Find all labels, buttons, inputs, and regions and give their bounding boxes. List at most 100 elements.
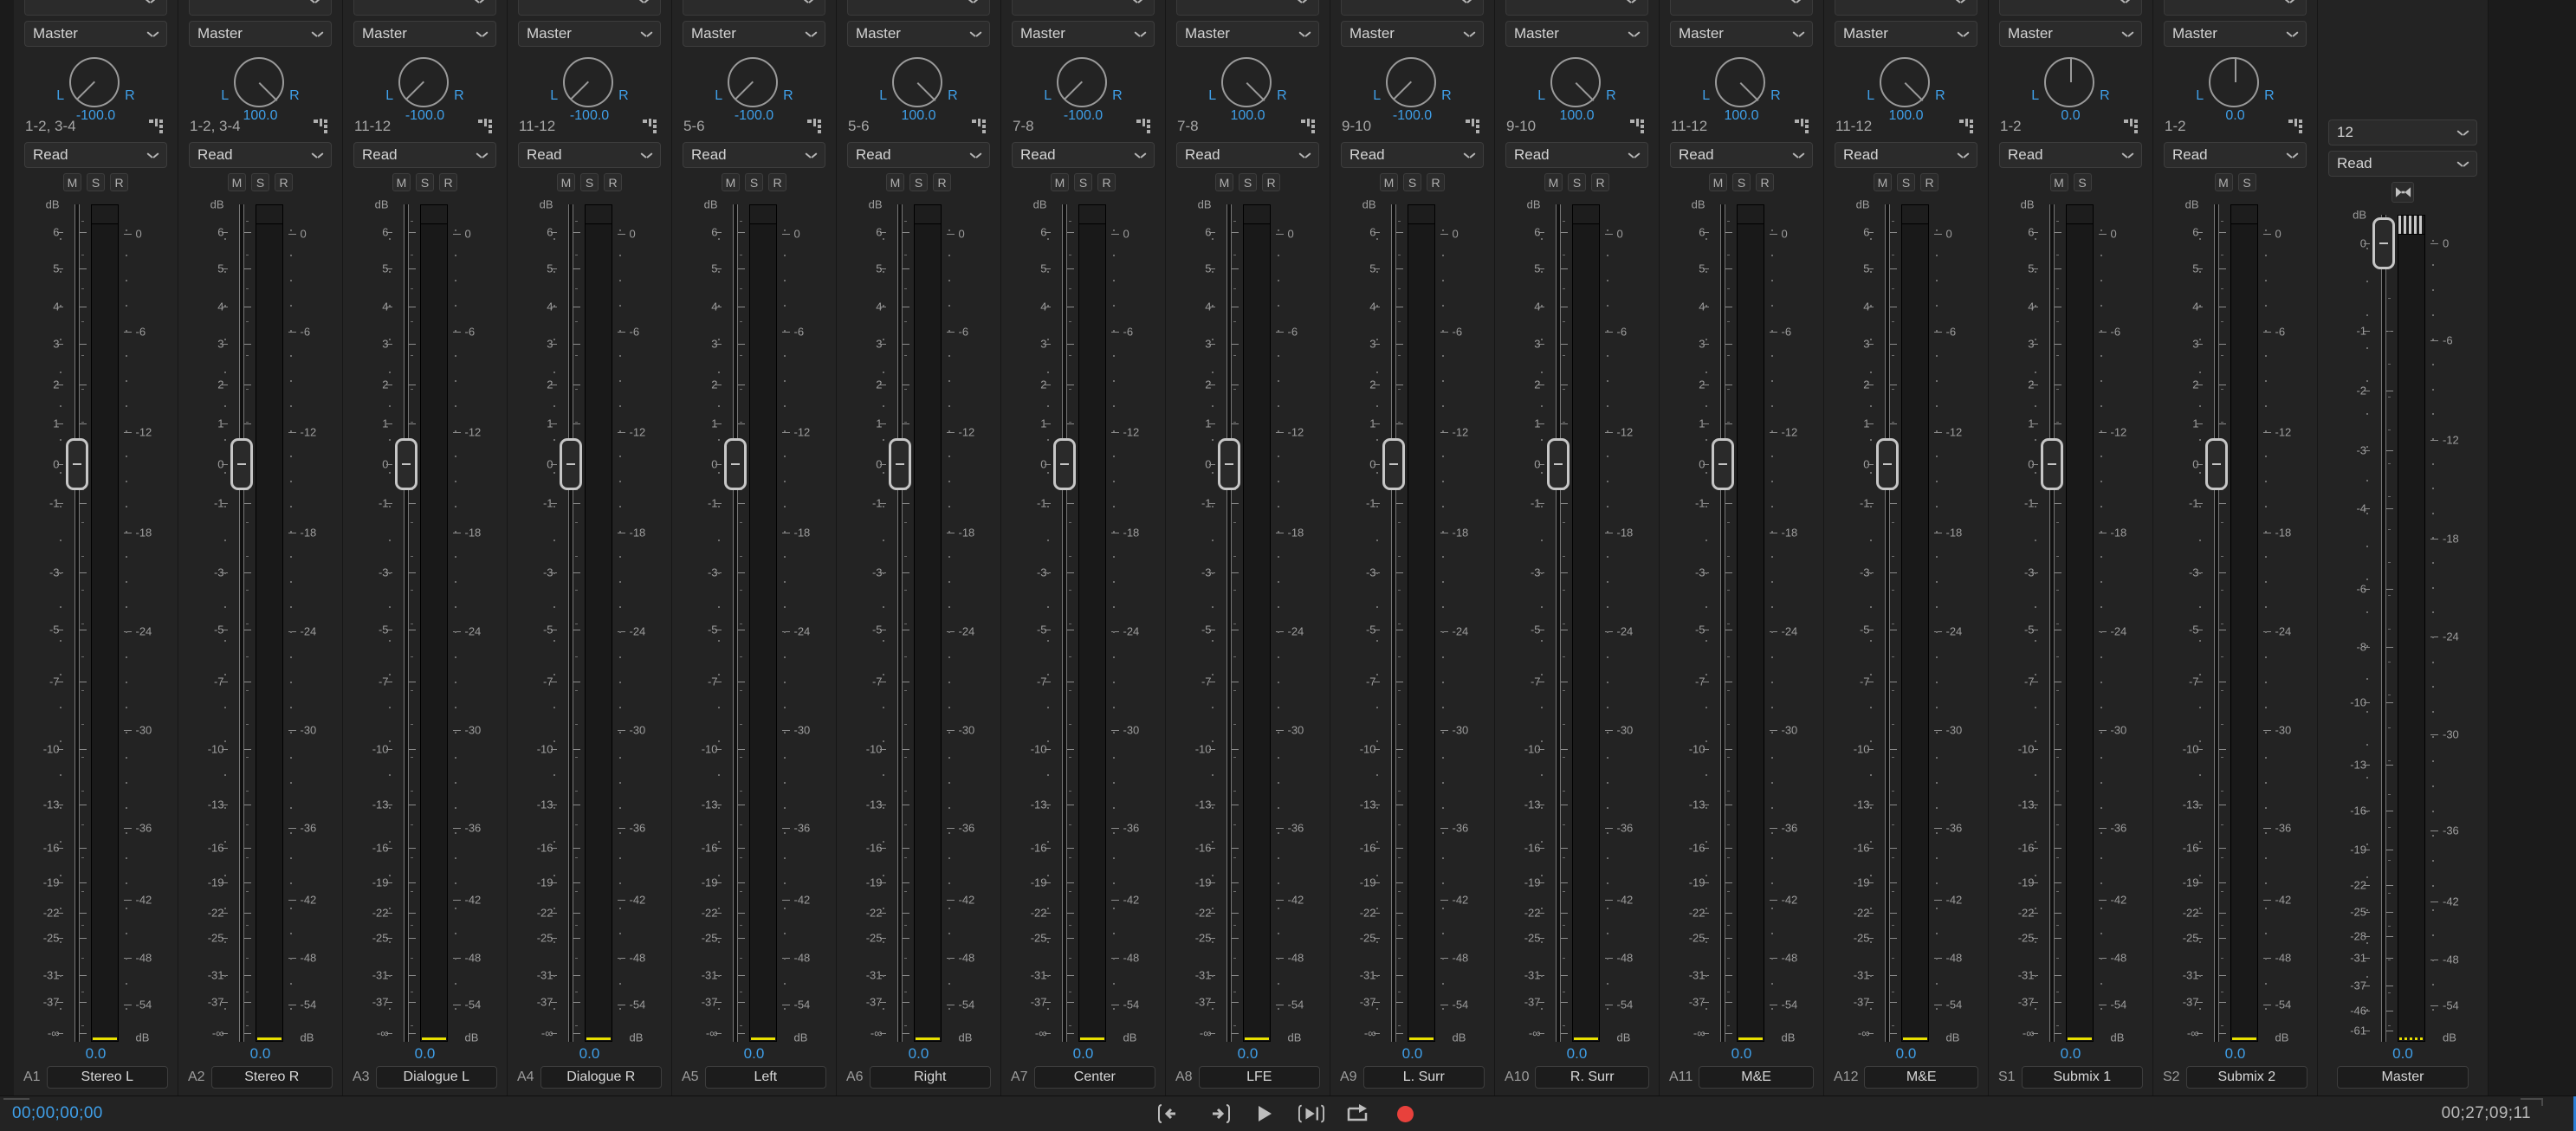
mute-button[interactable]: M [722, 173, 740, 191]
gain-value[interactable]: 0.0 [1831, 1044, 1981, 1066]
pan-control[interactable]: L R -100.0 [515, 54, 664, 123]
solo-button[interactable]: S [87, 173, 105, 191]
mute-button[interactable]: M [1380, 173, 1398, 191]
solo-button[interactable]: S [909, 173, 928, 191]
input-select-stub[interactable] [1176, 0, 1319, 16]
track-name-field[interactable]: Stereo L [46, 1065, 168, 1089]
track-name-field[interactable]: Dialogue R [540, 1065, 662, 1089]
pan-control[interactable]: L R 0.0 [2160, 54, 2310, 123]
track-name-field[interactable]: Center [1033, 1065, 1155, 1089]
input-select-stub[interactable] [847, 0, 990, 16]
gain-value[interactable]: 0.0 [1337, 1044, 1487, 1066]
pan-knob[interactable] [234, 57, 285, 107]
mute-button[interactable]: M [2049, 173, 2068, 191]
fader-handle[interactable] [2040, 437, 2063, 490]
mute-button[interactable]: M [1215, 173, 1233, 191]
pan-value[interactable]: -100.0 [350, 108, 500, 124]
record-arm-button[interactable]: R [604, 173, 622, 191]
gain-value[interactable]: 0.0 [1996, 1044, 2146, 1066]
input-select-stub[interactable] [24, 0, 167, 16]
mute-button[interactable]: M [1874, 173, 1892, 191]
track-name-field[interactable]: M&E [1699, 1065, 1814, 1089]
mute-button[interactable]: M [1709, 173, 1727, 191]
gain-value[interactable]: 0.0 [350, 1044, 500, 1066]
pan-value[interactable]: 100.0 [185, 108, 335, 124]
pan-value[interactable]: 0.0 [2160, 108, 2310, 124]
timecode-right[interactable]: 00;27;09;11 [2442, 1104, 2576, 1123]
record-arm-button[interactable]: R [1097, 173, 1116, 191]
pan-value[interactable]: -100.0 [1008, 108, 1158, 124]
pan-value[interactable]: -100.0 [1337, 108, 1487, 124]
mute-button[interactable]: M [2214, 173, 2233, 191]
track-name-field[interactable]: Dialogue L [375, 1065, 497, 1089]
pan-value[interactable]: 100.0 [1173, 108, 1323, 124]
track-name-field[interactable]: Submix 2 [2185, 1065, 2307, 1089]
pan-knob[interactable] [1386, 57, 1437, 107]
pan-knob[interactable] [892, 57, 943, 107]
fader-handle[interactable] [394, 437, 417, 490]
pan-value[interactable]: 100.0 [1502, 108, 1652, 124]
pan-control[interactable]: L R -100.0 [1337, 54, 1487, 123]
master-name-field[interactable]: Master [2337, 1065, 2469, 1089]
track-name-field[interactable]: Submix 1 [2021, 1065, 2143, 1089]
master-gain-value[interactable]: 0.0 [2325, 1044, 2481, 1066]
automation-mode-select[interactable]: Read [1999, 142, 2142, 168]
automation-mode-select[interactable]: Read [353, 142, 496, 168]
gain-value[interactable]: 0.0 [679, 1044, 829, 1066]
pan-knob[interactable] [1221, 57, 1272, 107]
mute-button[interactable]: M [1544, 173, 1563, 191]
automation-mode-select[interactable]: Read [847, 142, 990, 168]
fader-handle[interactable] [559, 437, 582, 490]
solo-button[interactable]: S [1239, 173, 1257, 191]
bowtie-icon[interactable] [2392, 182, 2414, 203]
volume-fader[interactable] [1380, 204, 1408, 1042]
fader-handle[interactable] [230, 437, 253, 490]
automation-mode-select[interactable]: Read [1835, 142, 1977, 168]
pan-knob[interactable] [398, 57, 450, 107]
input-select-stub[interactable] [1835, 0, 1977, 16]
gain-value[interactable]: 0.0 [1173, 1044, 1323, 1066]
timecode-left[interactable]: 00;00;00;00 [0, 1104, 103, 1123]
record-arm-button[interactable]: R [110, 173, 128, 191]
master-automation-select[interactable]: Read [2328, 151, 2477, 177]
automation-mode-select[interactable]: Read [1505, 142, 1648, 168]
mute-button[interactable]: M [63, 173, 81, 191]
pan-control[interactable]: L R -100.0 [1008, 54, 1158, 123]
volume-fader[interactable] [1709, 204, 1737, 1042]
record-arm-button[interactable]: R [1756, 173, 1774, 191]
solo-button[interactable]: S [1568, 173, 1586, 191]
pan-knob[interactable] [1057, 57, 1108, 107]
volume-fader[interactable] [557, 204, 585, 1042]
pan-knob[interactable] [2209, 57, 2260, 107]
pan-value[interactable]: 100.0 [1667, 108, 1816, 124]
output-select[interactable]: Master [683, 21, 825, 47]
solo-button[interactable]: S [2237, 173, 2256, 191]
automation-mode-select[interactable]: Read [189, 142, 332, 168]
pan-value[interactable]: 100.0 [1831, 108, 1981, 124]
input-select-stub[interactable] [189, 0, 332, 16]
mute-button[interactable]: M [557, 173, 575, 191]
pan-value[interactable]: -100.0 [515, 108, 664, 124]
loop-end-icon[interactable] [1205, 1102, 1231, 1125]
volume-fader[interactable] [1544, 204, 1572, 1042]
record-icon[interactable] [1392, 1102, 1418, 1125]
output-select[interactable]: Master [1670, 21, 1813, 47]
play-icon[interactable] [1252, 1102, 1278, 1125]
track-name-field[interactable]: Left [704, 1065, 826, 1089]
track-name-field[interactable]: L. Surr [1362, 1065, 1485, 1089]
pan-control[interactable]: L R -100.0 [679, 54, 829, 123]
output-select[interactable]: Master [1341, 21, 1484, 47]
input-select-stub[interactable] [518, 0, 661, 16]
mute-button[interactable]: M [228, 173, 246, 191]
pan-control[interactable]: L R 100.0 [1173, 54, 1323, 123]
next-marker-icon[interactable] [1298, 1102, 1324, 1125]
fader-handle[interactable] [1711, 437, 1734, 490]
automation-mode-select[interactable]: Read [683, 142, 825, 168]
volume-fader[interactable] [886, 204, 914, 1042]
track-name-field[interactable]: LFE [1198, 1065, 1320, 1089]
gain-value[interactable]: 0.0 [1502, 1044, 1652, 1066]
fader-handle[interactable] [1217, 437, 1240, 490]
record-arm-button[interactable]: R [1427, 173, 1445, 191]
volume-fader[interactable] [1051, 204, 1078, 1042]
volume-fader[interactable] [228, 204, 256, 1042]
